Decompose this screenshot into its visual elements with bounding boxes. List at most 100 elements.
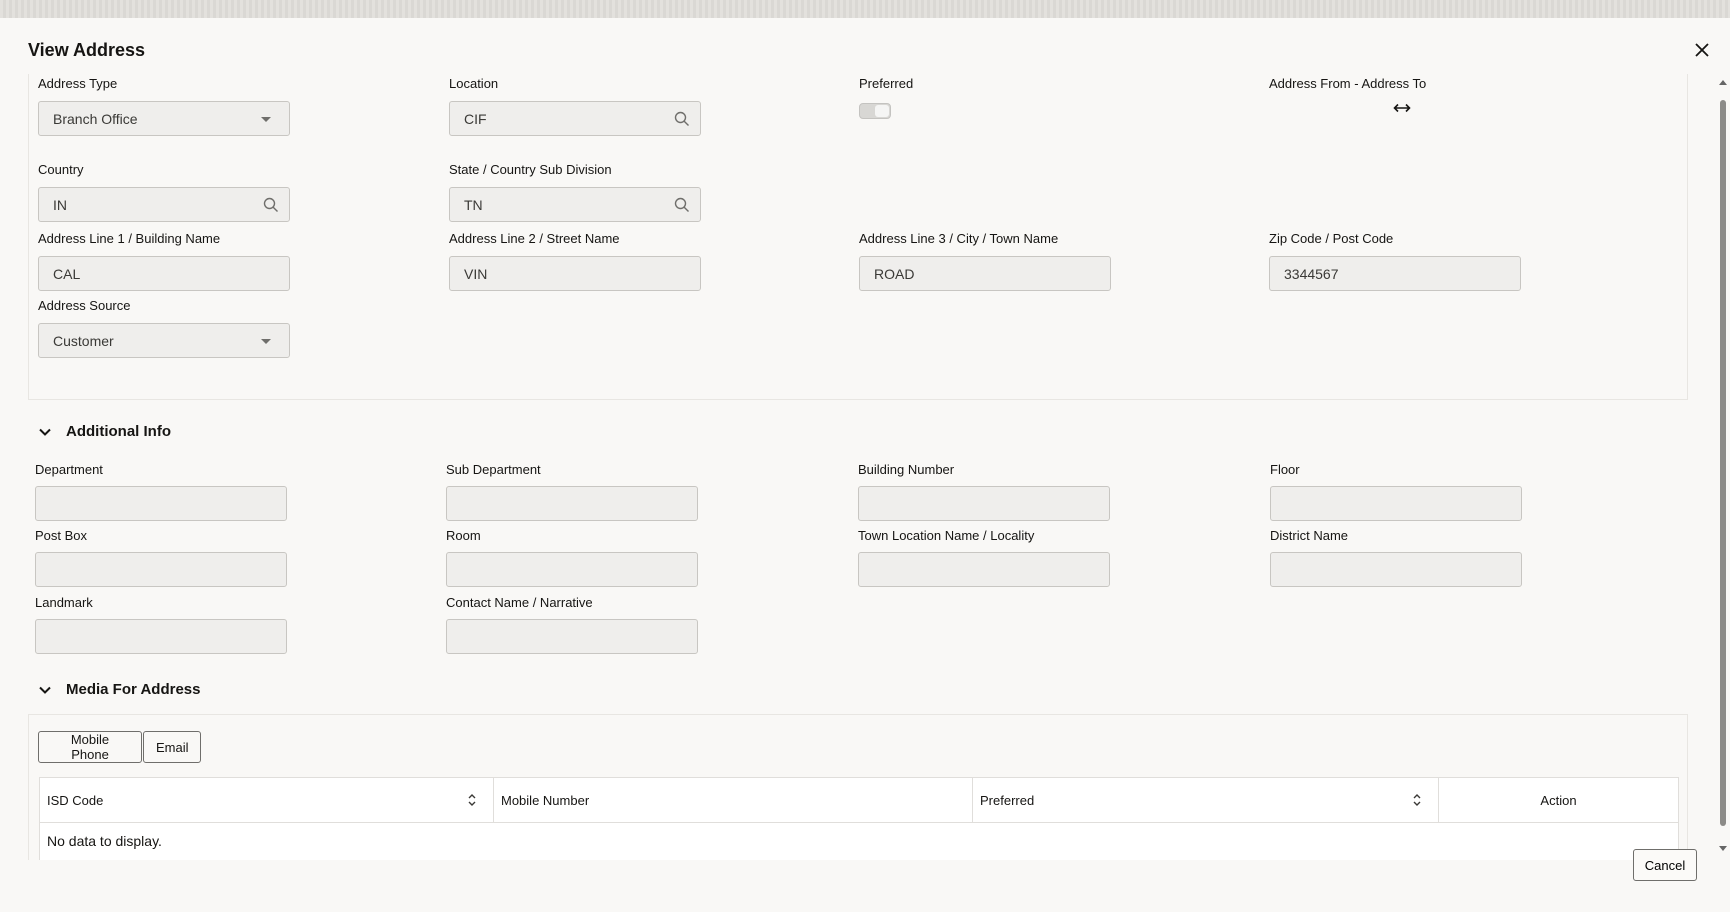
address-type-field: Address Type Branch Office (38, 76, 290, 136)
sort-icon[interactable] (1412, 793, 1422, 807)
zip-code-value: 3344567 (1284, 265, 1339, 282)
district-name-field: District Name (1270, 528, 1522, 587)
address-from-to-label: Address From - Address To (1269, 76, 1427, 91)
location-input[interactable]: CIF (449, 101, 701, 136)
address-line3-label: Address Line 3 / City / Town Name (859, 231, 1059, 246)
zip-code-label: Zip Code / Post Code (1269, 231, 1394, 246)
state-value: TN (464, 196, 483, 213)
sort-icon[interactable] (467, 793, 477, 807)
department-label: Department (35, 462, 103, 477)
location-value: CIF (464, 110, 487, 127)
state-label: State / Country Sub Division (449, 162, 612, 177)
left-right-arrow-icon (1393, 103, 1411, 113)
column-mobile-number-label: Mobile Number (501, 792, 590, 808)
search-icon[interactable] (674, 197, 690, 213)
tab-email[interactable]: Email (143, 731, 201, 763)
town-location-label: Town Location Name / Locality (858, 528, 1035, 543)
search-icon[interactable] (674, 111, 690, 127)
zip-code-input[interactable]: 3344567 (1269, 256, 1521, 291)
dialog-content[interactable]: Address Type Branch Office Location CIF … (0, 74, 1716, 860)
sub-department-field: Sub Department (446, 462, 698, 521)
view-address-dialog: View Address Address Type Branch Office … (0, 18, 1730, 912)
address-line2-field: Address Line 2 / Street Name VIN (449, 231, 701, 291)
landmark-label: Landmark (35, 595, 93, 610)
scroll-down-icon[interactable] (1719, 846, 1727, 851)
column-preferred-label: Preferred (980, 792, 1035, 808)
address-line1-field: Address Line 1 / Building Name CAL (38, 231, 290, 291)
column-preferred[interactable]: Preferred (972, 778, 1438, 823)
state-field: State / Country Sub Division TN (449, 162, 701, 222)
address-panel: Address Type Branch Office Location CIF … (28, 74, 1688, 400)
town-location-input[interactable] (858, 552, 1110, 587)
cancel-button[interactable]: Cancel (1633, 849, 1697, 881)
town-location-field: Town Location Name / Locality (858, 528, 1110, 587)
address-line3-input[interactable]: ROAD (859, 256, 1111, 291)
room-label: Room (446, 528, 481, 543)
landmark-input[interactable] (35, 619, 287, 654)
state-input[interactable]: TN (449, 187, 701, 222)
department-field: Department (35, 462, 287, 521)
district-name-input[interactable] (1270, 552, 1522, 587)
contact-name-input[interactable] (446, 619, 698, 654)
post-box-label: Post Box (35, 528, 88, 543)
chevron-down-icon (261, 339, 271, 344)
address-line1-input[interactable]: CAL (38, 256, 290, 291)
column-action-label: Action (1540, 792, 1577, 808)
media-for-address-header[interactable]: Media For Address (38, 681, 200, 698)
background-strip (0, 0, 1730, 18)
floor-field: Floor (1270, 462, 1522, 521)
location-field: Location CIF (449, 76, 701, 136)
post-box-input[interactable] (35, 552, 287, 587)
empty-table-message: No data to display. (47, 833, 162, 849)
close-button[interactable] (1690, 38, 1714, 62)
column-isd-code[interactable]: ISD Code (40, 778, 493, 823)
country-input[interactable]: IN (38, 187, 290, 222)
address-from-to-field: Address From - Address To (1269, 76, 1529, 136)
country-field: Country IN (38, 162, 290, 222)
address-type-value: Branch Office (53, 110, 138, 127)
search-icon[interactable] (263, 197, 279, 213)
column-mobile-number[interactable]: Mobile Number (493, 778, 972, 823)
department-input[interactable] (35, 486, 287, 521)
vertical-scrollbar[interactable] (1716, 74, 1730, 860)
room-input[interactable] (446, 552, 698, 587)
scroll-up-icon[interactable] (1719, 80, 1727, 85)
address-line2-label: Address Line 2 / Street Name (449, 231, 620, 246)
address-line2-input[interactable]: VIN (449, 256, 701, 291)
zip-code-field: Zip Code / Post Code 3344567 (1269, 231, 1521, 291)
media-panel: Mobile Phone Email ISD Code Mobile Numbe… (28, 714, 1688, 860)
sub-department-input[interactable] (446, 486, 698, 521)
preferred-label: Preferred (859, 76, 914, 91)
address-type-select[interactable]: Branch Office (38, 101, 290, 136)
building-number-input[interactable] (858, 486, 1110, 521)
building-number-field: Building Number (858, 462, 1110, 521)
address-line2-value: VIN (464, 265, 488, 282)
tab-mobile-phone[interactable]: Mobile Phone (38, 731, 142, 763)
post-box-field: Post Box (35, 528, 287, 587)
address-line1-label: Address Line 1 / Building Name (38, 231, 221, 246)
landmark-field: Landmark (35, 595, 287, 654)
chevron-down-icon (261, 117, 271, 122)
preferred-toggle[interactable] (859, 103, 891, 119)
chevron-down-icon (39, 686, 51, 694)
contact-name-field: Contact Name / Narrative (446, 595, 698, 654)
address-line3-value: ROAD (874, 265, 915, 282)
building-number-label: Building Number (858, 462, 955, 477)
media-for-address-title: Media For Address (66, 681, 201, 698)
address-source-label: Address Source (38, 298, 131, 313)
additional-info-header[interactable]: Additional Info (38, 423, 171, 440)
address-source-value: Customer (53, 332, 114, 349)
dialog-title: View Address (28, 40, 146, 60)
address-line3-field: Address Line 3 / City / Town Name ROAD (859, 231, 1111, 291)
country-value: IN (53, 196, 67, 213)
address-line1-value: CAL (53, 265, 81, 282)
scrollbar-thumb[interactable] (1720, 100, 1726, 826)
column-action: Action (1438, 778, 1678, 823)
preferred-field: Preferred (859, 76, 913, 119)
floor-label: Floor (1270, 462, 1300, 477)
floor-input[interactable] (1270, 486, 1522, 521)
location-label: Location (449, 76, 499, 91)
district-name-label: District Name (1270, 528, 1349, 543)
address-source-select[interactable]: Customer (38, 323, 290, 358)
address-type-label: Address Type (38, 76, 118, 91)
